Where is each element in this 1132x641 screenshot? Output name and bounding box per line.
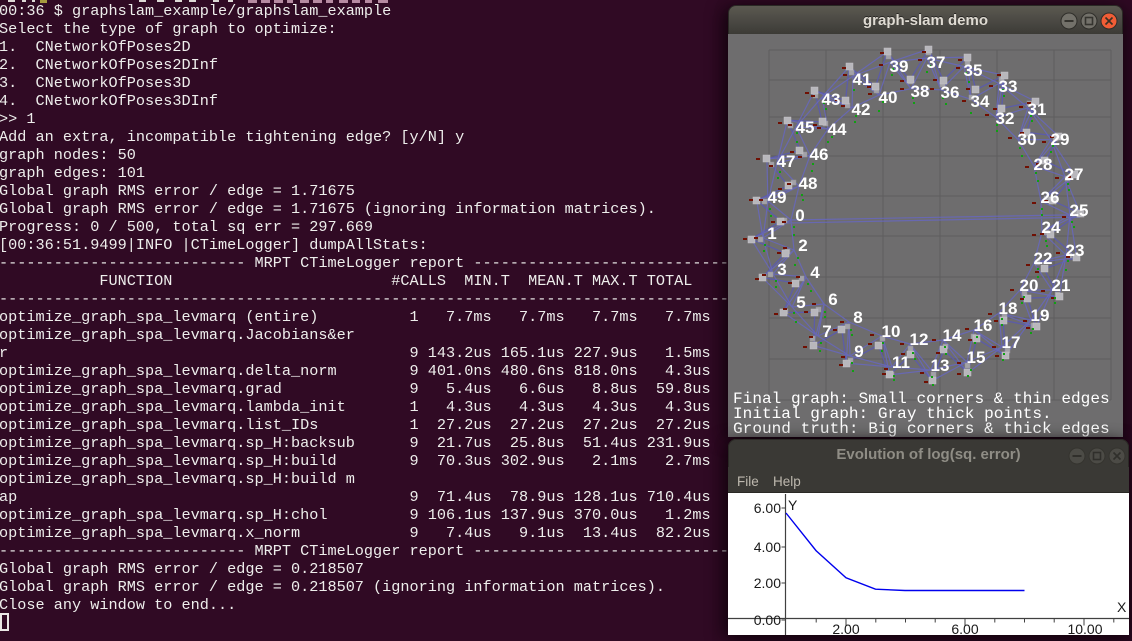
svg-text:2.00: 2.00 [754,575,781,591]
svg-text:22: 22 [1034,249,1053,268]
svg-text:11: 11 [892,353,910,372]
svg-text:46: 46 [810,145,829,164]
svg-text:0.00: 0.00 [754,612,781,628]
svg-text:48: 48 [799,174,818,193]
svg-text:28: 28 [1034,155,1053,174]
svg-text:8: 8 [853,308,862,327]
svg-text:6: 6 [828,290,837,309]
svg-text:40: 40 [879,88,898,107]
svg-text:Y: Y [788,497,798,513]
svg-text:4: 4 [810,263,820,282]
svg-text:20: 20 [1020,276,1039,295]
svg-text:41: 41 [853,70,872,89]
svg-text:14: 14 [943,326,962,345]
svg-text:35: 35 [964,61,983,80]
svg-text:31: 31 [1028,100,1047,119]
svg-text:34: 34 [971,92,990,111]
svg-text:21: 21 [1052,276,1071,295]
svg-text:4.00: 4.00 [754,539,781,555]
svg-text:45: 45 [796,118,815,137]
svg-text:9: 9 [854,342,863,361]
svg-text:24: 24 [1042,218,1061,237]
svg-text:17: 17 [1002,333,1021,352]
svg-text:5: 5 [796,293,805,312]
svg-text:26: 26 [1041,188,1060,207]
svg-text:6.00: 6.00 [754,500,781,516]
svg-text:23: 23 [1066,241,1085,260]
svg-text:0: 0 [795,206,804,225]
svg-text:1: 1 [767,224,776,243]
svg-text:7: 7 [822,322,831,341]
svg-text:27: 27 [1065,165,1084,184]
svg-text:42: 42 [852,100,871,119]
svg-text:19: 19 [1031,306,1050,325]
svg-text:6.00: 6.00 [951,621,978,635]
svg-text:32: 32 [996,109,1015,128]
svg-text:49: 49 [768,188,787,207]
svg-text:38: 38 [911,82,930,101]
svg-text:16: 16 [974,316,993,335]
svg-text:47: 47 [777,152,796,171]
svg-text:2.00: 2.00 [832,621,859,635]
svg-text:30: 30 [1018,130,1037,149]
svg-text:29: 29 [1051,130,1070,149]
svg-text:15: 15 [967,348,986,367]
svg-text:13: 13 [931,356,950,375]
svg-text:2: 2 [798,236,807,255]
svg-text:X: X [1117,599,1127,615]
svg-text:37: 37 [927,53,946,72]
svg-text:10.00: 10.00 [1067,621,1102,635]
svg-text:36: 36 [941,83,960,102]
svg-text:25: 25 [1070,201,1089,220]
svg-text:44: 44 [828,120,847,139]
svg-text:12: 12 [910,330,929,349]
svg-text:33: 33 [999,77,1018,96]
svg-text:39: 39 [890,57,909,76]
svg-text:43: 43 [822,90,841,109]
svg-text:18: 18 [999,299,1018,318]
svg-text:3: 3 [777,260,786,279]
svg-text:Ground truth: Big corners & th: Ground truth: Big corners & thick edges [733,420,1110,437]
svg-text:10: 10 [882,322,901,341]
